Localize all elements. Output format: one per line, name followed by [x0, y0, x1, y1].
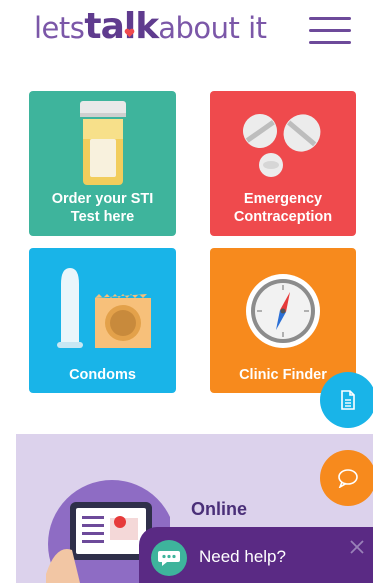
heart-icon	[125, 28, 135, 38]
tile-condoms[interactable]: Condoms	[29, 248, 176, 393]
logo-text-talk-word: talk	[84, 6, 159, 47]
site-header: lets talk about it	[0, 0, 373, 70]
chat-avatar	[151, 540, 187, 576]
document-icon	[341, 390, 355, 410]
tile-label-line1: Order your STI	[51, 191, 154, 207]
compass-icon	[246, 274, 320, 348]
tile-label-line1: Emergency	[243, 191, 323, 207]
tile-label-line1: Condoms	[69, 367, 136, 383]
speech-bubble-icon	[338, 469, 358, 488]
tile-label-line2: Contraception	[233, 209, 333, 225]
tile-emergency-contraception[interactable]: Emergency Contraception	[210, 91, 356, 236]
condom-icon	[57, 268, 151, 348]
logo-text-about-it: about it	[158, 11, 267, 45]
tile-label-line2: Test here	[70, 209, 135, 225]
tile-clinic-finder[interactable]: Clinic Finder	[210, 248, 356, 393]
logo-text-talk: talk	[84, 6, 159, 47]
need-help-label: Need help?	[199, 547, 286, 566]
need-help-chat-widget[interactable]: Need help?	[139, 527, 373, 583]
hamburger-menu-icon[interactable]	[309, 13, 351, 47]
logo-text-lets: lets	[34, 11, 85, 45]
close-icon[interactable]	[347, 537, 367, 557]
chat-dots-icon	[158, 551, 180, 566]
document-button[interactable]	[320, 372, 373, 428]
pills-icon	[243, 114, 321, 177]
pill-bottle-icon	[80, 101, 126, 185]
chat-button[interactable]	[320, 450, 373, 506]
online-title: Online	[191, 499, 248, 519]
tile-order-sti-test[interactable]: Order your STI Test here	[29, 91, 176, 236]
brand-logo[interactable]: lets talk about it	[34, 6, 267, 52]
